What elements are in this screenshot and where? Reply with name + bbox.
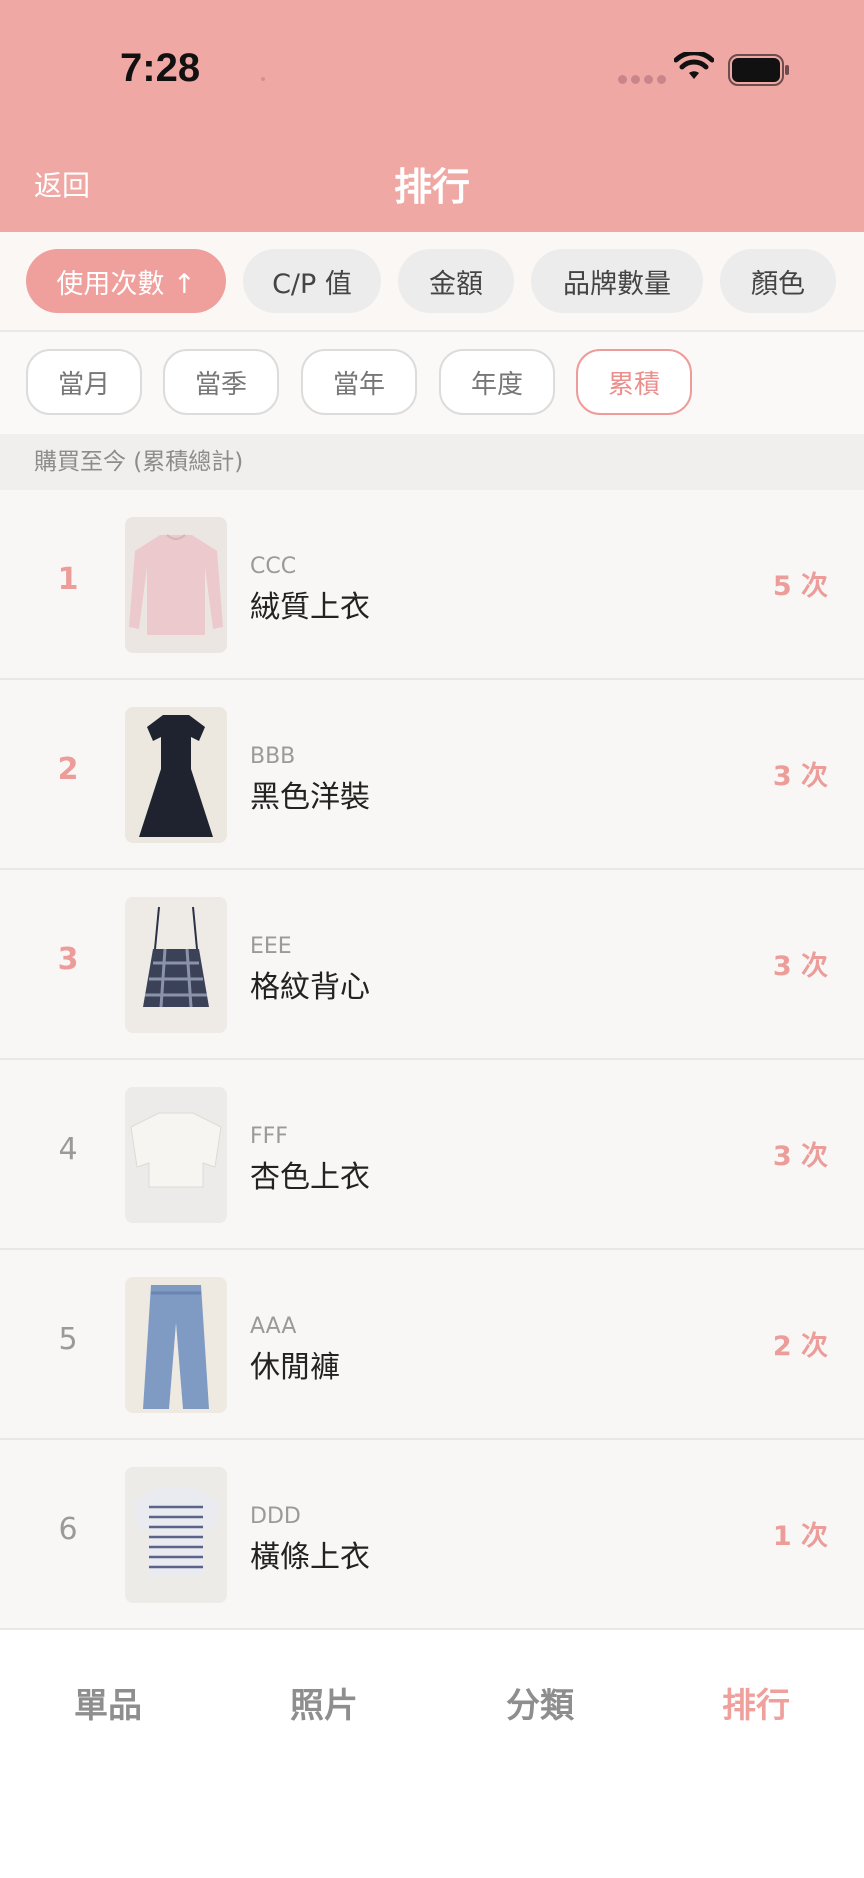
- tab-photos[interactable]: 照片: [216, 1678, 432, 1727]
- rank-number: 4: [58, 1132, 78, 1167]
- ranking-row[interactable]: 1 CCC 絨質上衣 5 次: [0, 490, 864, 680]
- item-thumbnail: [125, 1087, 227, 1223]
- tab-categories[interactable]: 分類: [432, 1678, 648, 1727]
- item-brand: FFF: [250, 1124, 288, 1149]
- tab-ranking[interactable]: 排行: [648, 1678, 864, 1727]
- ranking-row[interactable]: 6 DDD 橫條上衣 1 次: [0, 1440, 864, 1630]
- period-chip-year[interactable]: 年度: [439, 349, 555, 415]
- usage-count: 3 次: [772, 761, 828, 792]
- usage-count: 5 次: [772, 571, 828, 602]
- rank-number: 2: [57, 752, 79, 787]
- period-chip-cumulative[interactable]: 累積: [576, 349, 692, 415]
- item-thumbnail: [125, 1467, 227, 1603]
- header: 7:28 返回 排行: [0, 0, 864, 232]
- item-thumbnail: [125, 897, 227, 1033]
- ranking-row[interactable]: 3 EEE 格紋背心 3 次: [0, 870, 864, 1060]
- wifi-icon: [674, 52, 714, 79]
- period-filter-bar: 當月 當季 當年 年度 累積: [0, 332, 864, 434]
- usage-count: 1 次: [772, 1521, 828, 1552]
- metric-chip-color[interactable]: 顏色: [720, 249, 836, 313]
- metric-chip-usage[interactable]: 使用次數 ↑: [26, 249, 226, 313]
- metric-filter-bar: 使用次數 ↑ C/P 值 金額 品牌數量 顏色: [0, 232, 864, 332]
- rank-number: 5: [58, 1322, 78, 1357]
- item-brand: BBB: [250, 744, 296, 769]
- status-time: 7:28: [120, 46, 201, 90]
- item-name: 格紋背心: [250, 970, 370, 1005]
- item-name: 橫條上衣: [250, 1540, 370, 1575]
- metric-chip-brand-count[interactable]: 品牌數量: [531, 249, 703, 313]
- ranking-row[interactable]: 4 FFF 杏色上衣 3 次: [0, 1060, 864, 1250]
- item-thumbnail: [125, 1277, 227, 1413]
- item-brand: EEE: [250, 934, 292, 959]
- tab-items[interactable]: 單品: [0, 1678, 216, 1727]
- usage-count: 2 次: [772, 1331, 828, 1362]
- item-thumbnail: [125, 707, 227, 843]
- ranking-list: 1 CCC 絨質上衣 5 次 2 BBB 黑色洋裝 3 次 3 EEE 格紋背心…: [0, 490, 864, 1630]
- camera-dot: [261, 77, 265, 81]
- item-thumbnail: [125, 517, 227, 653]
- bottom-tab-bar: 單品 照片 分類 排行: [0, 1636, 864, 1878]
- period-chip-month[interactable]: 當月: [26, 349, 142, 415]
- metric-chip-cp[interactable]: C/P 值: [243, 249, 381, 313]
- ranking-row[interactable]: 5 AAA 休閒褲 2 次: [0, 1250, 864, 1440]
- item-name: 杏色上衣: [250, 1160, 370, 1195]
- rank-number: 3: [57, 942, 79, 977]
- metric-chip-amount[interactable]: 金額: [398, 249, 514, 313]
- page-title-text: 排行: [393, 165, 470, 209]
- period-chip-season[interactable]: 當季: [163, 349, 279, 415]
- rank-number: 6: [58, 1512, 78, 1547]
- usage-count: 3 次: [772, 1141, 828, 1172]
- item-brand: AAA: [250, 1314, 297, 1339]
- period-chip-current-year[interactable]: 當年: [301, 349, 417, 415]
- item-brand: DDD: [250, 1504, 301, 1529]
- rank-number: 1: [57, 562, 79, 597]
- page-title: 排行: [0, 156, 864, 211]
- item-brand: CCC: [250, 554, 297, 579]
- section-header: 購買至今 (累積總計): [0, 434, 864, 490]
- item-name: 休閒褲: [250, 1350, 340, 1385]
- item-name: 黑色洋裝: [250, 780, 370, 815]
- usage-count: 3 次: [772, 951, 828, 982]
- item-name: 絨質上衣: [250, 590, 370, 625]
- ranking-row[interactable]: 2 BBB 黑色洋裝 3 次: [0, 680, 864, 870]
- cellular-signal-icon: [618, 75, 666, 84]
- battery-icon: [728, 54, 789, 86]
